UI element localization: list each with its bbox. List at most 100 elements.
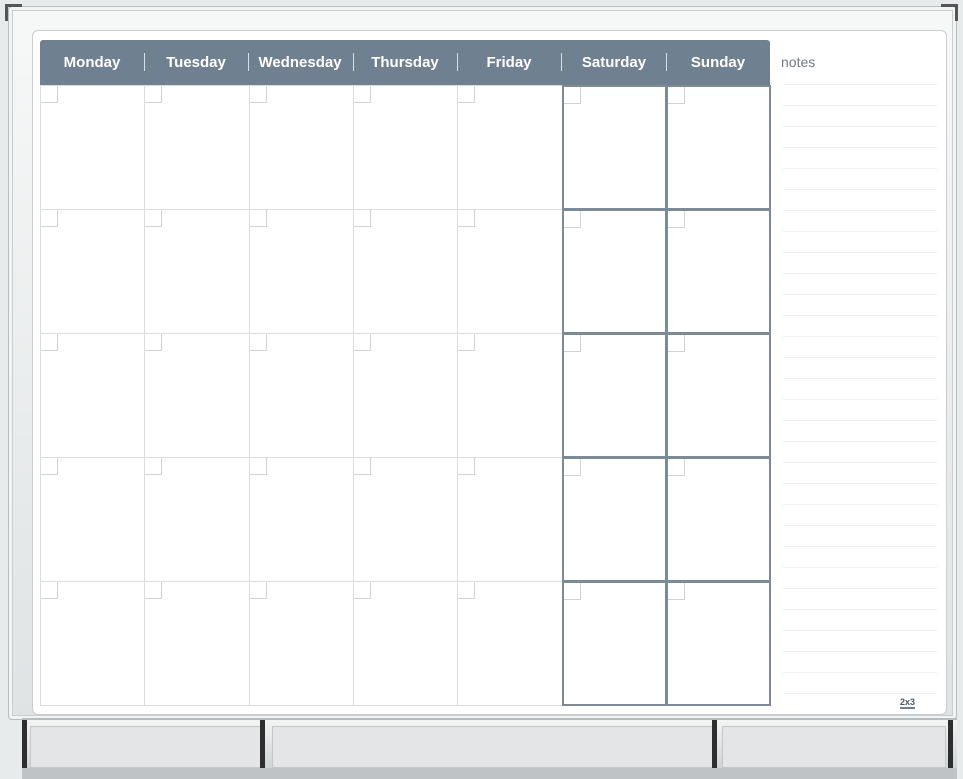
- notes-rule-line: [783, 231, 937, 232]
- notes-rule-line: [783, 357, 937, 358]
- bottom-rail: [22, 768, 957, 779]
- notes-rule-line: [783, 588, 937, 589]
- date-number-box: [667, 211, 685, 228]
- weekday-day-cell[interactable]: [353, 581, 457, 705]
- notes-rule-line: [783, 504, 937, 505]
- grid-row-line: [40, 705, 562, 706]
- notes-rule-line: [783, 630, 937, 631]
- weekday-day-cell[interactable]: [457, 333, 561, 457]
- weekday-day-cell[interactable]: [457, 581, 561, 705]
- date-number-box: [458, 334, 476, 351]
- date-number-box: [353, 582, 371, 599]
- weekday-day-cell[interactable]: [249, 581, 353, 705]
- notes-rule-line: [783, 441, 937, 442]
- date-number-box: [563, 459, 581, 476]
- notes-rule-line: [783, 462, 937, 463]
- weekday-day-cell[interactable]: [144, 85, 248, 209]
- weekday-day-cell[interactable]: [457, 85, 561, 209]
- weekday-day-cell[interactable]: [40, 209, 144, 333]
- notes-rule-line: [783, 651, 937, 652]
- weekday-day-cell[interactable]: [249, 209, 353, 333]
- notes-label: notes: [781, 54, 816, 70]
- date-number-box: [145, 458, 163, 475]
- notes-rule-line: [783, 336, 937, 337]
- weekday-day-cell[interactable]: [353, 457, 457, 581]
- weekday-day-cell[interactable]: [249, 333, 353, 457]
- weekday-day-cell[interactable]: [457, 457, 561, 581]
- weekday-day-cell[interactable]: [353, 209, 457, 333]
- date-number-box: [145, 582, 163, 599]
- notes-rule-line: [783, 693, 937, 694]
- notes-rule-line: [783, 294, 937, 295]
- day-label-thursday: Thursday: [371, 54, 439, 71]
- date-number-box: [353, 334, 371, 351]
- notes-rule-line: [783, 273, 937, 274]
- weekday-day-cell[interactable]: [144, 581, 248, 705]
- tray-divider: [260, 720, 265, 770]
- notes-rule-line: [783, 546, 937, 547]
- tray-end-cap: [22, 720, 27, 770]
- weekday-day-cell[interactable]: [40, 457, 144, 581]
- date-number-box: [41, 334, 58, 351]
- date-number-box: [353, 210, 371, 227]
- weekday-day-cell[interactable]: [40, 333, 144, 457]
- date-number-box: [458, 458, 476, 475]
- day-label-sunday: Sunday: [690, 54, 746, 71]
- notes-rule-line: [783, 378, 937, 379]
- day-label-friday: Friday: [486, 54, 532, 71]
- notes-rule-line: [783, 252, 937, 253]
- weekday-day-cell[interactable]: [144, 457, 248, 581]
- date-number-box: [249, 334, 267, 351]
- notes-rule-line: [783, 315, 937, 316]
- date-number-box: [41, 458, 58, 475]
- date-number-box: [249, 582, 267, 599]
- notes-rule-line: [783, 525, 937, 526]
- date-number-box: [353, 458, 371, 475]
- notes-rule-line: [783, 126, 937, 127]
- date-number-box: [667, 459, 685, 476]
- day-label-saturday: Saturday: [581, 54, 647, 71]
- day-label-wednesday: Wednesday: [258, 54, 342, 71]
- day-header-bar: Monday Tuesday Wednesday Thursday Friday…: [40, 40, 770, 85]
- date-number-box: [563, 87, 581, 104]
- weekday-day-cell[interactable]: [249, 457, 353, 581]
- weekday-day-cell[interactable]: [144, 209, 248, 333]
- notes-rule-line: [783, 609, 937, 610]
- frame-corner-top-right: [941, 4, 958, 21]
- weekday-day-cell[interactable]: [353, 333, 457, 457]
- notes-rule-line: [783, 189, 937, 190]
- weekday-day-cell[interactable]: [144, 333, 248, 457]
- weekday-day-cell[interactable]: [457, 209, 561, 333]
- notes-rule-line: [783, 147, 937, 148]
- tray-divider: [712, 720, 717, 770]
- date-number-box: [563, 211, 581, 228]
- notes-rule-line: [783, 420, 937, 421]
- date-number-box: [41, 86, 58, 103]
- tray-end-cap: [948, 720, 953, 770]
- date-number-box: [458, 86, 476, 103]
- tray-compartment-right: [722, 726, 946, 768]
- date-number-box: [667, 87, 685, 104]
- date-number-box: [563, 335, 581, 352]
- weekday-day-cell[interactable]: [40, 581, 144, 705]
- weekday-day-cell[interactable]: [249, 85, 353, 209]
- notes-rule-line: [783, 672, 937, 673]
- notes-rule-line: [783, 567, 937, 568]
- frame-corner-top-left: [5, 4, 22, 21]
- day-label-monday: Monday: [63, 54, 121, 71]
- brand-logo: 2x3: [900, 697, 916, 709]
- date-number-box: [249, 210, 267, 227]
- notes-rule-line: [783, 84, 937, 85]
- weekday-day-cell[interactable]: [40, 85, 144, 209]
- date-number-box: [249, 86, 267, 103]
- date-number-box: [41, 210, 58, 227]
- notes-rule-line: [783, 399, 937, 400]
- tray-compartment-middle: [272, 726, 714, 768]
- date-number-box: [667, 335, 685, 352]
- date-number-box: [667, 583, 685, 600]
- weekday-day-cell[interactable]: [353, 85, 457, 209]
- date-number-box: [249, 458, 267, 475]
- date-number-box: [458, 582, 476, 599]
- day-label-tuesday: Tuesday: [166, 54, 226, 71]
- tray-compartment-left: [30, 726, 262, 768]
